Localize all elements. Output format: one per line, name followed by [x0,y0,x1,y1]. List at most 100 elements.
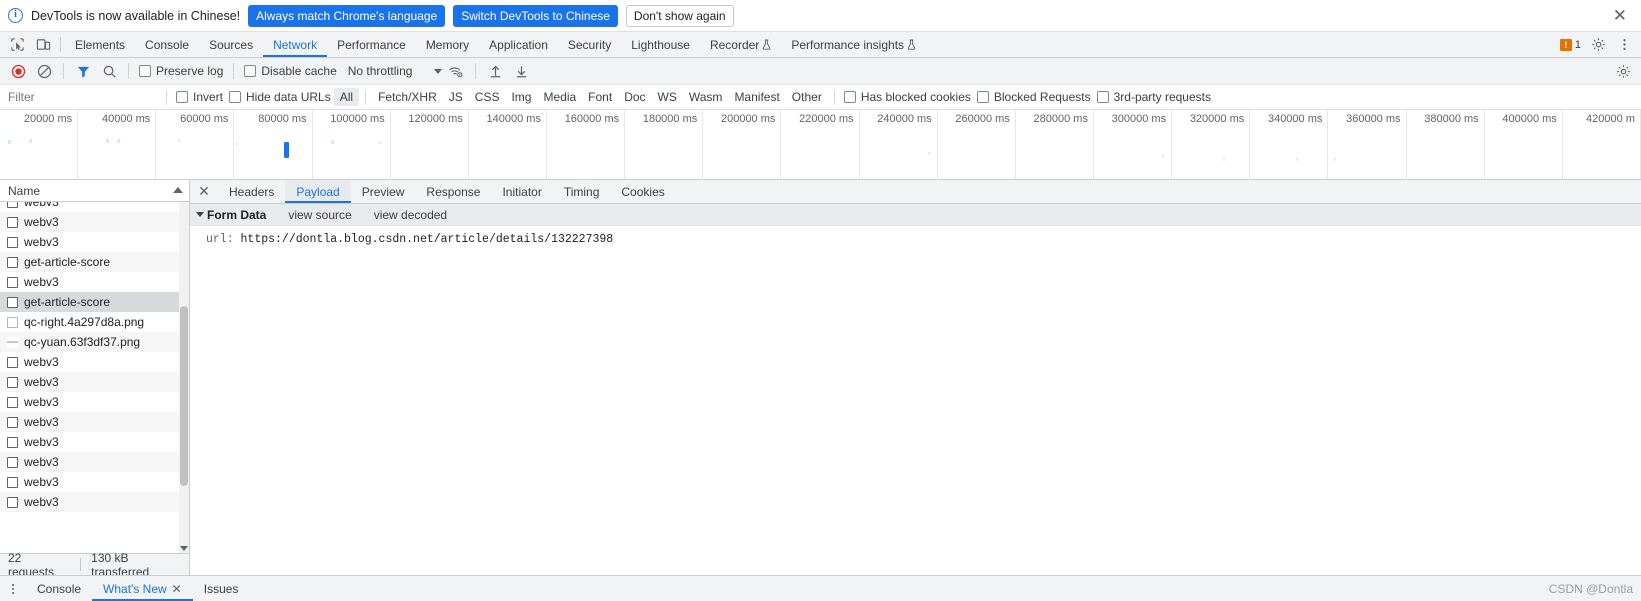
filter-input[interactable] [0,90,160,104]
record-stop-icon[interactable] [6,60,30,82]
detail-tab-timing[interactable]: Timing [553,180,611,203]
export-har-icon[interactable] [509,60,533,82]
collapse-triangle-icon[interactable] [196,212,204,217]
filter-type-img[interactable]: Img [505,88,537,106]
timeline-interval: 360000 ms [1328,110,1407,179]
switch-to-chinese-button[interactable]: Switch DevTools to Chinese [453,4,618,27]
tab-recorder[interactable]: Recorder [700,32,781,57]
request-detail-pane: ✕ Headers Payload Preview Response Initi… [190,180,1641,575]
filter-type-css[interactable]: CSS [469,88,506,106]
gear-icon[interactable] [1611,60,1635,82]
filter-type-manifest[interactable]: Manifest [728,88,785,106]
filter-type-fetch-xhr[interactable]: Fetch/XHR [372,88,443,106]
dont-show-again-button[interactable]: Don't show again [625,4,734,27]
detail-tab-initiator[interactable]: Initiator [491,180,552,203]
filter-type-doc[interactable]: Doc [618,88,651,106]
request-row[interactable]: webv3 [0,212,189,232]
view-source-link[interactable]: view source [288,208,351,222]
scroll-down-icon[interactable] [180,546,188,551]
language-banner: i DevTools is now available in Chinese! … [0,0,1641,32]
timeline-interval: 60000 ms [156,110,235,179]
request-row[interactable]: webv3 [0,232,189,252]
tab-memory[interactable]: Memory [416,32,479,57]
network-toolbar: Preserve log Disable cache No throttling [0,58,1641,85]
filter-type-other[interactable]: Other [786,88,828,106]
tab-network[interactable]: Network [263,32,328,57]
detail-tab-headers[interactable]: Headers [218,180,285,203]
filter-type-ws[interactable]: WS [652,88,683,106]
disable-cache-checkbox[interactable]: Disable cache [241,64,339,78]
third-party-requests-checkbox[interactable]: 3rd-party requests [1094,90,1214,104]
kebab-menu-icon[interactable] [0,576,26,601]
search-icon[interactable] [97,60,121,82]
request-row[interactable]: webv3 [0,472,189,492]
hide-data-urls-checkbox[interactable]: Hide data URLs [226,90,334,104]
form-data-section-header[interactable]: Form Data view source view decoded [190,204,1641,226]
drawer-tab-issues[interactable]: Issues [193,576,250,601]
always-match-language-button[interactable]: Always match Chrome's language [248,4,446,27]
request-row[interactable]: qc-right.4a297d8a.png [0,312,189,332]
detail-tab-payload[interactable]: Payload [285,180,352,203]
tab-performance[interactable]: Performance [327,32,416,57]
detail-tab-preview[interactable]: Preview [351,180,416,203]
request-list-scrollbar[interactable] [179,202,189,553]
import-har-icon[interactable] [483,60,507,82]
invert-checkbox[interactable]: Invert [173,90,226,104]
request-row[interactable]: webv3 [0,202,189,212]
request-row[interactable]: webv3 [0,272,189,292]
tab-sources[interactable]: Sources [199,32,263,57]
request-row[interactable]: get-article-score [0,292,189,312]
close-icon[interactable]: ✕ [172,582,182,596]
close-icon[interactable]: ✕ [1609,7,1631,24]
drawer-tab-console[interactable]: Console [26,576,92,601]
detail-tab-response[interactable]: Response [415,180,491,203]
tab-label: Application [489,37,548,52]
request-row[interactable]: get-article-score [0,252,189,272]
tab-console[interactable]: Console [135,32,199,57]
filter-type-all[interactable]: All [333,88,360,106]
request-row[interactable]: webv3 [0,392,189,412]
scrollbar-thumb[interactable] [180,306,188,486]
gear-icon[interactable] [1585,37,1611,52]
filter-type-wasm[interactable]: Wasm [683,88,729,106]
request-list-header[interactable]: Name [0,180,189,202]
filter-type-media[interactable]: Media [537,88,582,106]
device-toolbar-icon[interactable] [30,32,56,57]
request-row[interactable]: webv3 [0,372,189,392]
request-row[interactable]: webv3 [0,452,189,472]
has-blocked-cookies-checkbox[interactable]: Has blocked cookies [841,90,974,104]
clear-network-icon[interactable] [32,60,56,82]
request-row[interactable]: webv3 [0,492,189,512]
document-icon [7,296,18,308]
tab-performance-insights[interactable]: Performance insights [781,32,926,57]
request-rows[interactable]: webv3 webv3 webv3 get-article-score webv3 get… [0,202,189,553]
detail-tab-cookies[interactable]: Cookies [610,180,675,203]
request-row[interactable]: qc-yuan.63f3df37.png [0,332,189,352]
filter-type-font[interactable]: Font [582,88,618,106]
filter-type-js[interactable]: JS [443,88,469,106]
tab-elements[interactable]: Elements [65,32,135,57]
timeline-tick-mark [378,141,381,144]
tab-lighthouse[interactable]: Lighthouse [621,32,700,57]
request-row[interactable]: webv3 [0,432,189,452]
tab-security[interactable]: Security [558,32,621,57]
request-row[interactable]: webv3 [0,412,189,432]
network-overview-timeline[interactable]: 20000 ms 40000 ms 60000 ms 80000 ms 100000 m… [0,110,1641,180]
view-decoded-link[interactable]: view decoded [374,208,447,222]
funnel-filter-icon[interactable] [71,60,95,82]
tab-application[interactable]: Application [479,32,558,57]
devtools-tabstrip: Elements Console Sources Network Perform… [0,32,1641,58]
blocked-requests-checkbox[interactable]: Blocked Requests [974,90,1094,104]
warnings-badge[interactable]: ! 1 [1555,37,1585,52]
sort-ascending-icon[interactable] [173,187,183,193]
timeline-tick-label: 100000 ms [330,113,385,125]
throttling-select[interactable]: No throttling [342,64,443,78]
kebab-menu-icon[interactable] [1611,37,1637,52]
drawer-tab-whats-new[interactable]: What's New ✕ [92,576,193,601]
wifi-settings-icon[interactable] [444,60,468,82]
close-icon[interactable]: ✕ [190,180,218,203]
request-row[interactable]: webv3 [0,352,189,372]
timeline-interval: 240000 ms [860,110,938,179]
preserve-log-checkbox[interactable]: Preserve log [136,64,226,78]
inspect-element-icon[interactable] [4,32,30,57]
